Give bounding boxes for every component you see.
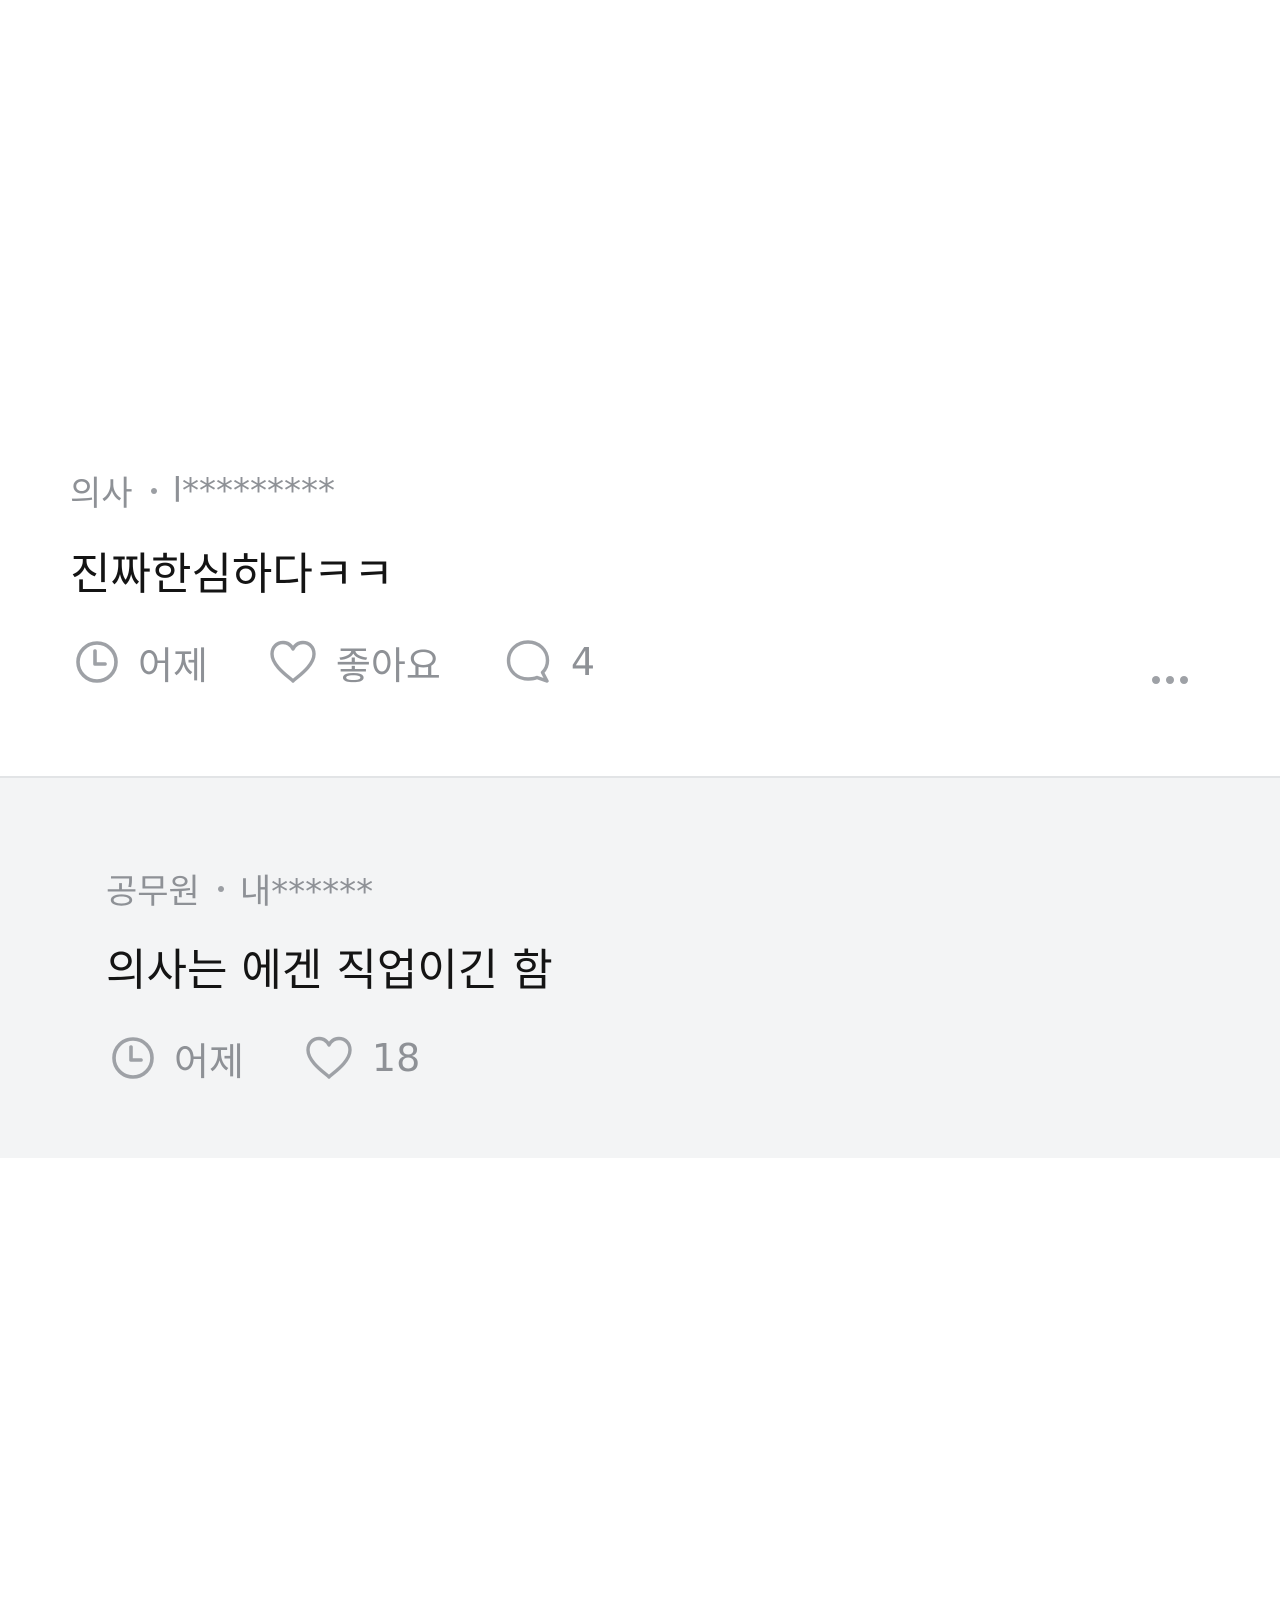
heart-icon — [304, 1035, 354, 1081]
like-label: 좋아요 — [335, 643, 441, 688]
time-label: 어제 — [174, 1039, 244, 1084]
more-icon — [1152, 676, 1160, 684]
reply-count: 4 — [570, 640, 595, 684]
more-icon — [1166, 676, 1174, 684]
author-name: 내****** — [239, 872, 374, 912]
author-job: 공무원 — [106, 872, 200, 912]
comment-meta: 공무원 내****** — [106, 864, 373, 913]
comment-actions: 어제 18 — [110, 1030, 420, 1086]
like-button[interactable]: 18 — [304, 1035, 420, 1081]
clock-icon — [110, 1035, 156, 1081]
author-job: 의사 — [70, 474, 133, 514]
more-icon — [1180, 676, 1188, 684]
reply-button[interactable]: 4 — [503, 637, 595, 687]
reply-item: 공무원 내****** 의사는 에겐 직업이긴 함 어제 18 — [0, 776, 1280, 1158]
more-button[interactable] — [1152, 676, 1188, 684]
like-button[interactable]: 좋아요 — [268, 635, 441, 690]
timestamp: 어제 — [110, 1031, 244, 1086]
comment-text: 진짜한심하다ㅋㅋ — [70, 549, 394, 600]
comment-item: 의사 l********* 진짜한심하다ㅋㅋ 어제 좋아요 4 — [0, 0, 1280, 776]
author-name: l********* — [172, 470, 336, 511]
timestamp: 어제 — [74, 635, 208, 690]
like-count: 18 — [371, 1036, 421, 1080]
comment-meta: 의사 l********* — [70, 466, 335, 515]
comment-actions: 어제 좋아요 4 — [74, 634, 595, 690]
separator-dot — [217, 885, 224, 892]
comment-icon — [503, 637, 553, 687]
separator-dot — [150, 487, 157, 494]
heart-icon — [268, 639, 318, 685]
time-label: 어제 — [138, 643, 208, 688]
comment-text: 의사는 에겐 직업이긴 함 — [106, 945, 553, 996]
clock-icon — [74, 639, 120, 685]
